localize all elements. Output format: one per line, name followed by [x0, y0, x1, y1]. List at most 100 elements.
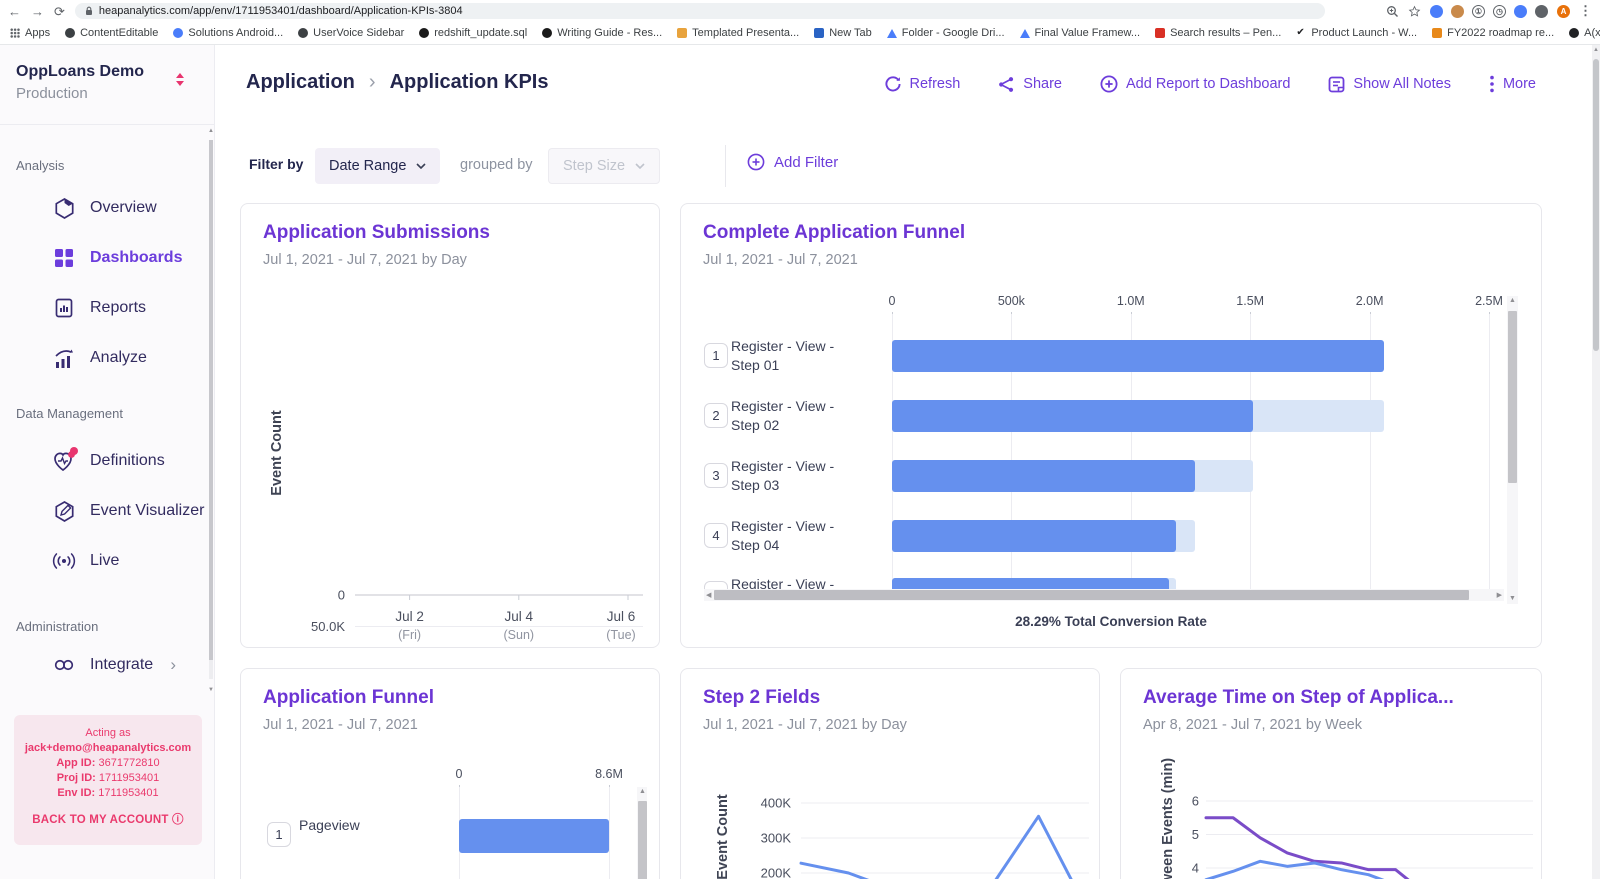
bookmark-redshift-update-sql[interactable]: redshift_update.sql	[419, 27, 527, 39]
share-button[interactable]: Share	[998, 76, 1062, 93]
sidebar-item-analyze[interactable]: Analyze	[0, 333, 214, 383]
step-number-chip: 1	[704, 343, 728, 368]
url-text: heapanalytics.com/app/env/1711953401/das…	[98, 5, 463, 17]
sidebar-item-dashboards[interactable]: Dashboards	[0, 233, 214, 283]
org-switcher[interactable]: OppLoans Demo Production	[16, 63, 202, 102]
bookmark-star-icon[interactable]	[1408, 5, 1421, 18]
sidebar-scrollbar[interactable]: ▲ ▼	[208, 128, 214, 693]
bookmark-folder-google-dri[interactable]: Folder - Google Dri...	[886, 27, 1005, 39]
back-to-account-link[interactable]: BACK TO MY ACCOUNT ⓘ	[14, 813, 202, 828]
card-title[interactable]: Application Funnel	[263, 687, 434, 709]
card-title[interactable]: Step 2 Fields	[703, 687, 820, 709]
bookmark-fy2022-roadmap-re[interactable]: FY2022 roadmap re...	[1432, 27, 1554, 39]
card-title[interactable]: Application Submissions	[263, 222, 490, 244]
funnel-vertical-scrollbar[interactable]: ▲	[637, 787, 647, 879]
card-title[interactable]: Average Time on Step of Applica...	[1143, 687, 1454, 709]
bookmark-apps[interactable]: Apps	[10, 27, 50, 39]
divider	[725, 145, 726, 187]
sidebar-item-event-visualizer[interactable]: Event Visualizer	[0, 486, 214, 536]
favicon	[677, 28, 688, 38]
sidebar-item-definitions[interactable]: Definitions	[0, 436, 214, 486]
bookmark-label: Search results – Pen...	[1170, 27, 1282, 39]
axis-tick-label: 2.0M	[1355, 294, 1384, 308]
circle-one-extension-icon[interactable]: ①	[1472, 4, 1485, 18]
action-label: Refresh	[909, 76, 961, 92]
favicon	[814, 28, 825, 38]
funnel-vertical-scrollbar[interactable]: ▲ ▼	[1507, 296, 1518, 604]
favicon	[1432, 28, 1443, 38]
browser-reload-icon[interactable]: ⟳	[54, 5, 65, 18]
card-title[interactable]: Complete Application Funnel	[703, 222, 965, 244]
url-bar[interactable]: heapanalytics.com/app/env/1711953401/das…	[74, 3, 1325, 19]
nav-section-administration: Administration	[16, 619, 99, 634]
extensions-puzzle-icon[interactable]	[1535, 4, 1548, 18]
event-visualizer-icon	[52, 499, 76, 523]
axis-tick-label: 1.5M	[1236, 294, 1265, 308]
zoom-icon[interactable]	[1386, 5, 1399, 18]
info-icon: ⓘ	[171, 814, 184, 826]
refresh-button[interactable]: Refresh	[884, 75, 961, 93]
show-all-notes-button[interactable]: Show All Notes	[1328, 76, 1451, 93]
favicon	[419, 28, 430, 38]
bookmark-a-x56-url-lengt[interactable]: A(x56) - URL Lengt...	[1569, 27, 1600, 39]
funnel-bar[interactable]	[892, 400, 1253, 432]
bookmark-search-results-pen[interactable]: Search results – Pen...	[1155, 27, 1281, 39]
funnel-bar[interactable]	[459, 819, 609, 853]
step-size-select[interactable]: Step Size	[548, 148, 661, 184]
page-scrollbar[interactable]: ▲	[1592, 45, 1600, 879]
env-switcher-chevrons-icon[interactable]	[176, 73, 184, 86]
svg-text:(Sun): (Sun)	[504, 628, 535, 642]
plus-circle-icon	[1100, 75, 1118, 93]
sidebar-item-overview[interactable]: Overview	[0, 183, 214, 233]
nav-section-analysis: Analysis	[16, 158, 65, 173]
step-number-chip: 4	[704, 523, 728, 548]
step-2-fields-chart: 400K 300K 200K	[761, 796, 1089, 879]
bookmark-label: FY2022 roadmap re...	[1447, 27, 1555, 39]
bookmark-contenteditable[interactable]: ContentEditable	[65, 27, 158, 39]
browser-back-icon[interactable]: ←	[8, 5, 21, 18]
cookie-extension-icon[interactable]	[1451, 4, 1464, 18]
profile-avatar[interactable]: A	[1557, 4, 1570, 18]
svg-text:0: 0	[338, 588, 345, 603]
loom-extension-icon[interactable]	[1430, 4, 1443, 18]
clock-extension-icon[interactable]: ◷	[1493, 4, 1506, 18]
sidebar-item-live[interactable]: Live	[0, 536, 214, 586]
card-subtitle: Jul 1, 2021 - Jul 7, 2021	[703, 252, 858, 268]
chevron-down-icon	[416, 163, 426, 169]
date-range-select[interactable]: Date Range	[315, 148, 441, 184]
svg-text:Event Count: Event Count	[269, 410, 285, 496]
card-subtitle: Apr 8, 2021 - Jul 7, 2021 by Week	[1143, 717, 1362, 733]
refresh-icon	[884, 75, 902, 93]
more-button[interactable]: More	[1489, 75, 1536, 93]
funnel-bar[interactable]	[892, 520, 1177, 552]
sidebar-item-integrate[interactable]: Integrate ›	[0, 640, 214, 690]
funnel-bar[interactable]	[892, 460, 1196, 492]
bookmark-templated-presenta[interactable]: Templated Presenta...	[677, 27, 799, 39]
browser-menu-icon[interactable]: ⋮	[1579, 3, 1592, 19]
bookmark-final-value-framew[interactable]: Final Value Framew...	[1019, 27, 1140, 39]
card-complete-application-funnel: Complete Application Funnel Jul 1, 2021 …	[680, 203, 1542, 648]
bookmark-label: New Tab	[829, 27, 872, 39]
average-time-chart: 6 5 4	[1192, 794, 1533, 879]
add-report-to-dashboard-button[interactable]: Add Report to Dashboard	[1100, 75, 1290, 93]
funnel-bar[interactable]	[892, 340, 1384, 372]
breadcrumb-application[interactable]: Application	[246, 71, 355, 94]
bookmark-writing-guide-res[interactable]: Writing Guide - Res...	[542, 27, 662, 39]
browser-forward-icon[interactable]: →	[31, 5, 44, 18]
bookmark-uservoice-sidebar[interactable]: UserVoice Sidebar	[298, 27, 404, 39]
funnel-horizontal-scrollbar[interactable]: ◀ ▶	[704, 589, 1504, 601]
sidebar-item-reports[interactable]: Reports	[0, 283, 214, 333]
acting-as-box: Acting as jack+demo@heapanalytics.com Ap…	[14, 715, 202, 845]
bookmark-product-launch-w[interactable]: ✔ Product Launch - W...	[1296, 27, 1417, 39]
axis-tick-label: 8.6M	[595, 767, 623, 781]
nav-section-data-management: Data Management	[16, 406, 123, 421]
a-blue-extension-icon[interactable]	[1514, 4, 1527, 18]
bookmark-label: Solutions Android...	[188, 27, 284, 39]
breadcrumb: Application › Application KPIs	[246, 71, 548, 94]
bookmark-new-tab[interactable]: New Tab	[814, 27, 872, 39]
bookmarks-bar: Apps ContentEditable Solutions Android... U…	[0, 22, 1600, 44]
bookmark-solutions-android[interactable]: Solutions Android...	[173, 27, 283, 39]
add-filter-button[interactable]: Add Filter	[747, 153, 838, 171]
axis-tick-label: 500k	[997, 294, 1025, 308]
bookmark-label: Product Launch - W...	[1311, 27, 1418, 39]
